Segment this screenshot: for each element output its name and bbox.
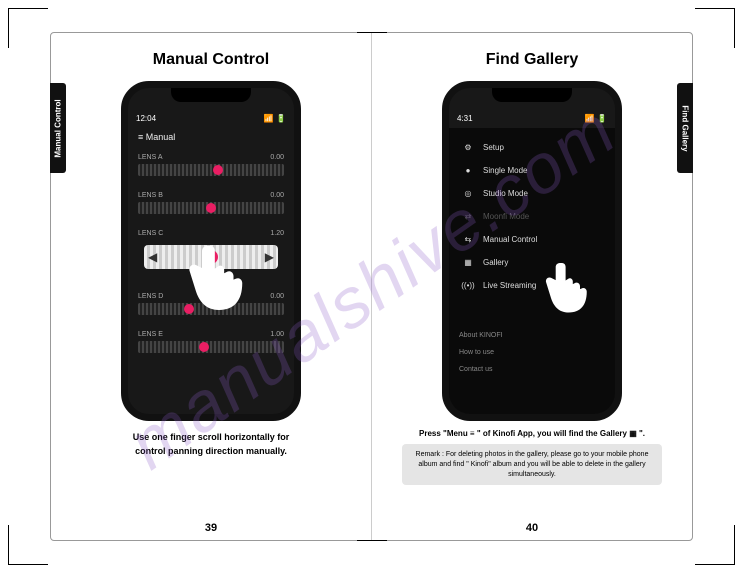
slider-row: LENS E1.00	[128, 323, 294, 361]
gear-icon: ⚙	[461, 143, 475, 152]
menu-item-setup: ⚙Setup	[459, 136, 605, 159]
chevron-right-icon: ▶	[265, 250, 274, 264]
side-tab-label: Manual Control	[54, 99, 63, 157]
corner-tr	[695, 8, 735, 48]
page-title-right: Find Gallery	[388, 51, 676, 69]
phone-screen-left: 12:04 📶 🔋 ≡ Manual LENS A0.00 LENS B0.00…	[128, 88, 294, 414]
menu-item-moonfi: ⇄Moonfi Mode	[459, 205, 605, 228]
slider-row-highlighted: LENS C1.20 ◀ ▶	[128, 222, 294, 285]
slider-row: LENS B0.00	[128, 184, 294, 222]
side-tab-manual-control: Manual Control	[50, 83, 66, 173]
corner-br	[695, 525, 735, 565]
remark-box: Remark : For deleting photos in the gall…	[402, 444, 662, 485]
status-time: 4:31	[457, 114, 473, 123]
caption-left: Use one finger scroll horizontally for c…	[67, 431, 355, 458]
side-tab-find-gallery: Find Gallery	[677, 83, 693, 173]
center-tick-bottom	[357, 540, 387, 541]
target-icon: ◎	[461, 189, 475, 198]
circle-icon: ●	[461, 166, 475, 175]
statusbar: 12:04 📶 🔋	[128, 108, 294, 128]
page-title-left: Manual Control	[67, 51, 355, 69]
menu-panel: ⚙Setup ●Single Mode ◎Studio Mode ⇄Moonfi…	[449, 128, 615, 421]
instruction-text: Press "Menu ≡ " of Kinofi App, you will …	[388, 429, 676, 438]
chevron-left-icon: ◀	[148, 250, 157, 264]
hand-pointer-icon	[186, 240, 246, 310]
phone-notch	[492, 88, 572, 102]
status-icons: 📶 🔋	[264, 114, 286, 123]
menu-item-single: ●Single Mode	[459, 159, 605, 182]
page-spread: Manual Control Manual Control 12:04 📶 🔋 …	[50, 32, 693, 541]
right-page: Find Gallery Find Gallery 4:31 📶 🔋 ⚙Setu…	[371, 33, 692, 540]
menu-item-studio: ◎Studio Mode	[459, 182, 605, 205]
status-icons: 📶 🔋	[585, 114, 607, 123]
phone-mockup-right: 4:31 📶 🔋 ⚙Setup ●Single Mode ◎Studio Mod…	[442, 81, 622, 421]
corner-bl	[8, 525, 48, 565]
page-number-right: 40	[372, 522, 692, 534]
screen-header: ≡ Manual	[128, 128, 294, 146]
gallery-icon: ▦	[461, 258, 475, 267]
hand-pointer-icon	[544, 258, 589, 313]
slider-row: LENS A0.00	[128, 146, 294, 184]
side-tab-label: Find Gallery	[681, 105, 690, 151]
status-time: 12:04	[136, 114, 156, 123]
corner-tl	[8, 8, 48, 48]
phone-notch	[171, 88, 251, 102]
phone-mockup-left: 12:04 📶 🔋 ≡ Manual LENS A0.00 LENS B0.00…	[121, 81, 301, 421]
menu-item-manual: ⇆Manual Control	[459, 228, 605, 251]
statusbar: 4:31 📶 🔋	[449, 108, 615, 128]
left-page: Manual Control Manual Control 12:04 📶 🔋 …	[51, 33, 371, 540]
swap-icon: ⇄	[461, 212, 475, 221]
phone-screen-right: 4:31 📶 🔋 ⚙Setup ●Single Mode ◎Studio Mod…	[449, 88, 615, 414]
sliders-icon: ⇆	[461, 235, 475, 244]
page-number-left: 39	[51, 522, 371, 534]
broadcast-icon: ((•))	[461, 281, 475, 290]
menu-footer: About KINOFI How to use Contact us	[459, 327, 605, 378]
